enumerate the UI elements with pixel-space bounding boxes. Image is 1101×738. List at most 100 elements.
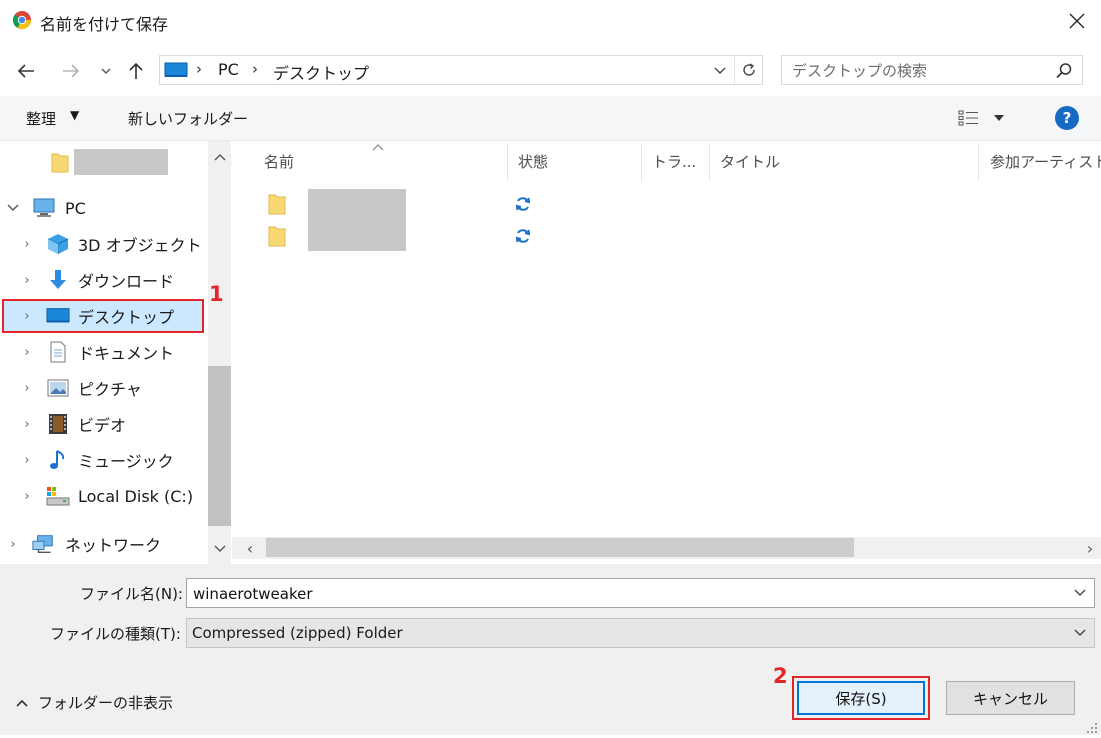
expand-chevron-icon[interactable]: › bbox=[20, 345, 34, 360]
tree-item-videos[interactable]: › ビデオ bbox=[0, 407, 205, 441]
cube-icon bbox=[46, 233, 70, 255]
window-title: 名前を付けて保存 bbox=[40, 15, 169, 34]
forward-button[interactable] bbox=[55, 56, 87, 86]
recent-locations-button[interactable] bbox=[96, 56, 116, 86]
arrow-up-icon bbox=[129, 62, 143, 79]
expand-chevron-icon[interactable]: › bbox=[6, 537, 20, 552]
navigation-scrollbar[interactable] bbox=[208, 141, 231, 564]
scroll-thumb[interactable] bbox=[266, 538, 854, 557]
search-icon[interactable] bbox=[1054, 61, 1074, 81]
tree-item-downloads[interactable]: › ダウンロード bbox=[0, 263, 205, 297]
tree-item-pictures[interactable]: › ピクチャ bbox=[0, 371, 205, 405]
redacted-filename bbox=[308, 189, 406, 221]
hide-folders-toggle[interactable]: フォルダーの非表示 bbox=[16, 692, 173, 713]
close-icon bbox=[1069, 13, 1085, 29]
tree-item-label: PC bbox=[65, 198, 86, 218]
help-icon: ? bbox=[1062, 109, 1072, 127]
filename-dropdown-button[interactable] bbox=[1067, 579, 1093, 607]
scroll-down-icon[interactable] bbox=[208, 539, 231, 559]
tree-item-3d-objects[interactable]: › 3D オブジェクト bbox=[0, 227, 205, 261]
scroll-right-icon[interactable]: › bbox=[1080, 537, 1100, 559]
expand-chevron-icon[interactable] bbox=[6, 201, 20, 216]
save-button[interactable]: 保存(S) bbox=[797, 681, 925, 715]
chrome-icon bbox=[12, 10, 32, 30]
column-header-artist[interactable]: 参加アーティスト bbox=[990, 141, 1101, 181]
horizontal-scrollbar[interactable]: ‹ › bbox=[232, 537, 1101, 559]
tree-item-label: ピクチャ bbox=[78, 380, 142, 399]
column-divider[interactable] bbox=[641, 145, 642, 181]
filetype-dropdown-button[interactable] bbox=[1067, 619, 1093, 647]
chevron-down-icon bbox=[1074, 589, 1086, 596]
tree-item-network[interactable]: › ネットワーク bbox=[0, 527, 205, 561]
sort-ascending-icon bbox=[372, 141, 384, 154]
filename-combobox[interactable] bbox=[186, 578, 1095, 608]
close-button[interactable] bbox=[1058, 4, 1096, 38]
new-folder-button[interactable]: 新しいフォルダー bbox=[128, 108, 248, 129]
column-header-name[interactable]: 名前 bbox=[264, 141, 294, 181]
address-dropdown-button[interactable] bbox=[708, 56, 732, 84]
computer-icon bbox=[32, 197, 56, 219]
breadcrumb-desktop[interactable]: デスクトップ bbox=[273, 60, 369, 84]
sync-status-icon bbox=[514, 227, 532, 245]
cancel-button[interactable]: キャンセル bbox=[946, 681, 1075, 715]
search-box[interactable] bbox=[781, 55, 1083, 85]
details-view-icon bbox=[958, 110, 978, 126]
view-options-button[interactable] bbox=[958, 106, 1018, 130]
expand-chevron-icon[interactable]: › bbox=[20, 273, 34, 288]
network-icon bbox=[32, 533, 56, 555]
arrow-right-icon bbox=[63, 64, 80, 78]
resize-grip-icon[interactable] bbox=[1086, 720, 1098, 733]
expand-chevron-icon[interactable]: › bbox=[20, 489, 34, 504]
tree-item-label: デスクトップ bbox=[78, 308, 175, 327]
filetype-select[interactable]: Compressed (zipped) Folder bbox=[186, 618, 1095, 648]
breadcrumb-pc[interactable]: PC bbox=[218, 60, 239, 79]
help-button[interactable]: ? bbox=[1055, 106, 1079, 130]
caret-down-icon[interactable]: ▼ bbox=[70, 108, 79, 122]
scroll-thumb[interactable] bbox=[208, 366, 231, 526]
expand-chevron-icon[interactable]: › bbox=[20, 381, 34, 396]
scroll-left-icon[interactable]: ‹ bbox=[240, 537, 260, 559]
folder-icon bbox=[48, 151, 72, 173]
column-divider[interactable] bbox=[507, 145, 508, 181]
column-header-status[interactable]: 状態 bbox=[518, 141, 548, 181]
tree-item-music[interactable]: › ミュージック bbox=[0, 443, 205, 477]
file-row[interactable] bbox=[262, 221, 562, 251]
toolbar: 整理 ▼ 新しいフォルダー ? bbox=[0, 96, 1101, 141]
search-input[interactable] bbox=[790, 59, 1044, 83]
filename-input[interactable] bbox=[191, 582, 1055, 606]
redacted-label bbox=[74, 149, 168, 175]
tree-item-local-disk[interactable]: › Local Disk (C:) bbox=[0, 479, 205, 513]
film-icon bbox=[46, 413, 70, 435]
expand-chevron-icon[interactable]: › bbox=[20, 309, 34, 324]
tree-item-label: Local Disk (C:) bbox=[78, 486, 194, 506]
navigation-pane[interactable]: PC › 3D オブジェクト › ダウンロード › デスクトップ › ドキュメン… bbox=[0, 141, 231, 564]
column-header-title[interactable]: タイトル bbox=[720, 141, 780, 181]
address-bar[interactable]: › PC › デスクトップ bbox=[159, 55, 763, 85]
file-row[interactable] bbox=[262, 189, 562, 221]
refresh-icon bbox=[743, 63, 755, 76]
scroll-up-icon[interactable] bbox=[208, 147, 231, 167]
tree-item-quick-access[interactable] bbox=[0, 145, 205, 179]
column-header-track[interactable]: トラ... bbox=[652, 141, 696, 181]
filetype-value: Compressed (zipped) Folder bbox=[192, 624, 403, 642]
tree-item-desktop[interactable]: › デスクトップ bbox=[0, 299, 205, 333]
expand-chevron-icon[interactable]: › bbox=[20, 453, 34, 468]
back-button[interactable] bbox=[10, 56, 42, 86]
column-divider[interactable] bbox=[709, 145, 710, 181]
breadcrumb-separator[interactable]: › bbox=[196, 60, 202, 78]
desktop-icon bbox=[164, 62, 188, 78]
tree-item-pc[interactable]: PC bbox=[0, 191, 205, 225]
file-list[interactable]: 名前 状態 トラ... タイトル 参加アーティスト bbox=[232, 141, 1101, 564]
refresh-button[interactable] bbox=[734, 56, 763, 84]
save-options-panel: ファイル名(N): ファイルの種類(T): Compressed (zipped… bbox=[0, 564, 1101, 735]
expand-chevron-icon[interactable]: › bbox=[20, 237, 34, 252]
expand-chevron-icon[interactable]: › bbox=[20, 417, 34, 432]
chevron-down-icon bbox=[1074, 629, 1086, 636]
organize-button[interactable]: 整理 bbox=[26, 108, 56, 129]
column-divider[interactable] bbox=[978, 145, 979, 181]
tree-item-label: ビデオ bbox=[78, 416, 127, 435]
breadcrumb-separator[interactable]: › bbox=[252, 60, 258, 78]
tree-item-documents[interactable]: › ドキュメント bbox=[0, 335, 205, 369]
tree-item-label: ダウンロード bbox=[78, 272, 175, 291]
up-button[interactable] bbox=[122, 56, 150, 86]
